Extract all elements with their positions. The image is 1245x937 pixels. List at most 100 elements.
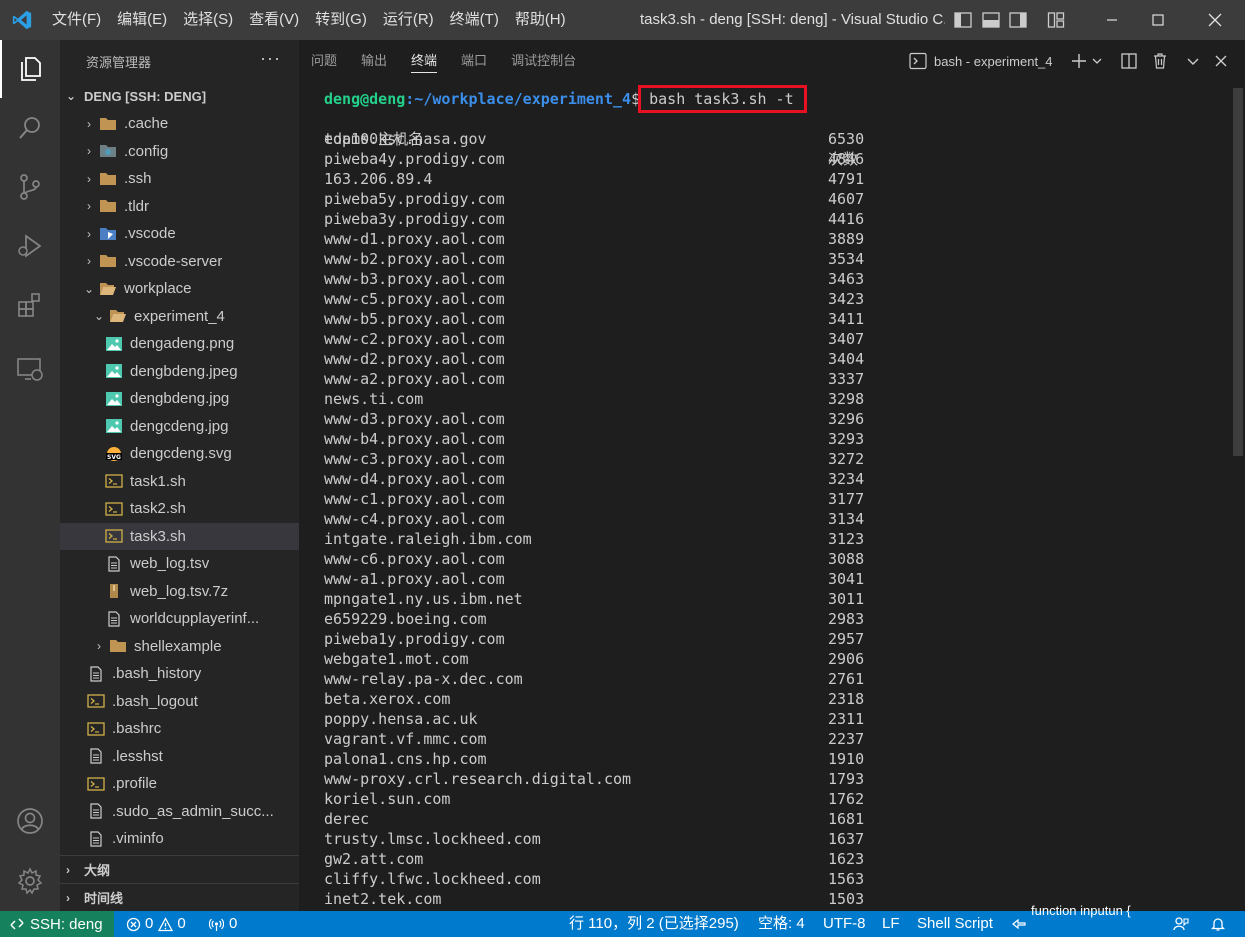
- close-panel-icon[interactable]: [1210, 50, 1232, 72]
- tree-item[interactable]: task2.sh: [60, 495, 299, 523]
- menu-view[interactable]: 查看(V): [241, 6, 307, 34]
- search-icon[interactable]: [0, 99, 60, 157]
- tree-item[interactable]: .sudo_as_admin_succ...: [60, 798, 299, 826]
- menu-help[interactable]: 帮助(H): [507, 6, 574, 34]
- tree-item[interactable]: ⌄ workplace: [60, 275, 299, 303]
- explorer-icon[interactable]: [0, 40, 60, 98]
- menu-go[interactable]: 转到(G): [307, 6, 375, 34]
- problems-indicator[interactable]: 0 0: [126, 911, 186, 937]
- tree-item[interactable]: dengcdeng.jpg: [60, 413, 299, 441]
- chevron-down-icon[interactable]: [1090, 50, 1104, 72]
- maximize-window-icon[interactable]: [1135, 0, 1181, 40]
- tree-item[interactable]: web_log.tsv.7z: [60, 578, 299, 606]
- extensions-icon[interactable]: [0, 276, 60, 334]
- settings-gear-icon[interactable]: [0, 852, 60, 910]
- prompt-path: :~/workplace/experiment_4: [405, 90, 632, 108]
- menu-run[interactable]: 运行(R): [375, 6, 442, 34]
- toggle-panel-icon[interactable]: [981, 10, 1001, 30]
- output-header: top100主机名 次数: [324, 109, 1204, 168]
- tree-item[interactable]: › .ssh: [60, 165, 299, 193]
- tab-problems[interactable]: 问题: [299, 40, 349, 82]
- terminal-scrollbar[interactable]: [1233, 88, 1243, 456]
- tree-item-label: shellexample: [134, 637, 222, 655]
- accounts-icon[interactable]: [0, 792, 60, 850]
- toggle-primary-sidebar-icon[interactable]: [953, 10, 973, 30]
- remote-indicator[interactable]: SSH: deng: [0, 911, 114, 937]
- tree-item[interactable]: SVG dengcdeng.svg: [60, 440, 299, 468]
- tree-item[interactable]: ⌄ experiment_4: [60, 303, 299, 331]
- tab-output[interactable]: 输出: [349, 40, 399, 82]
- language-mode[interactable]: Shell Script: [917, 911, 993, 937]
- run-debug-icon[interactable]: [0, 217, 60, 275]
- output-count: 3534: [828, 250, 865, 268]
- output-count: 2237: [828, 730, 865, 748]
- end-of-line[interactable]: LF: [882, 911, 900, 937]
- output-count: 3041: [828, 570, 865, 588]
- timeline-section[interactable]: › 时间线: [60, 883, 299, 911]
- toggle-secondary-sidebar-icon[interactable]: [1008, 10, 1028, 30]
- tree-item[interactable]: .bashrc: [60, 715, 299, 743]
- svg-file-icon: SVG: [104, 445, 124, 463]
- menu-terminal[interactable]: 终端(T): [442, 6, 507, 34]
- tree-item[interactable]: .lesshst: [60, 743, 299, 771]
- feedback-icon[interactable]: [1172, 911, 1190, 937]
- window-title: task3.sh - deng [SSH: deng] - Visual Stu…: [640, 11, 945, 28]
- tree-item[interactable]: › .config: [60, 138, 299, 166]
- more-actions-icon[interactable]: ···: [260, 48, 281, 69]
- ports-indicator[interactable]: 0: [209, 911, 237, 937]
- indentation[interactable]: 空格: 4: [758, 911, 805, 937]
- maximize-panel-chevron-icon[interactable]: [1182, 50, 1204, 72]
- language-status-icon[interactable]: [1011, 911, 1027, 937]
- terminal-output[interactable]: deng@deng:~/workplace/experiment_4$ bash…: [324, 85, 1204, 909]
- tree-item[interactable]: worldcupplayerinf...: [60, 605, 299, 633]
- tab-debug-console[interactable]: 调试控制台: [499, 40, 588, 82]
- output-row: www-b4.proxy.aol.com 3293: [324, 429, 1204, 449]
- output-count: 3011: [828, 590, 865, 608]
- minimize-window-icon[interactable]: [1089, 0, 1135, 40]
- text-file-icon: [86, 830, 106, 848]
- tree-item[interactable]: › .vscode-server: [60, 248, 299, 276]
- tab-ports[interactable]: 端口: [449, 40, 499, 82]
- notifications-bell-icon[interactable]: [1210, 911, 1226, 937]
- tree-item[interactable]: task3.sh: [60, 522, 299, 550]
- image-file-icon: [104, 417, 124, 435]
- menu-file[interactable]: 文件(F): [44, 6, 109, 34]
- tree-item-label: dengadeng.png: [130, 335, 235, 353]
- tab-terminal[interactable]: 终端: [399, 40, 449, 82]
- output-count: 4846: [828, 150, 865, 168]
- image-file-icon: [104, 335, 124, 353]
- customize-layout-icon[interactable]: [1046, 10, 1066, 30]
- output-host: www-b3.proxy.aol.com: [324, 270, 505, 288]
- tree-item[interactable]: dengbdeng.jpg: [60, 385, 299, 413]
- output-count: 3337: [828, 370, 865, 388]
- menu-edit[interactable]: 编辑(E): [109, 6, 175, 34]
- remote-explorer-icon[interactable]: [0, 340, 60, 398]
- trash-icon[interactable]: [1149, 50, 1171, 72]
- tree-item[interactable]: › .tldr: [60, 193, 299, 221]
- tree-item[interactable]: task1.sh: [60, 468, 299, 496]
- tree-item[interactable]: .bash_history: [60, 660, 299, 688]
- tree-item[interactable]: .viminfo: [60, 825, 299, 853]
- tree-item[interactable]: web_log.tsv: [60, 550, 299, 578]
- output-row: www-c2.proxy.aol.com 3407: [324, 329, 1204, 349]
- menu-selection[interactable]: 选择(S): [175, 6, 241, 34]
- tree-item[interactable]: dengadeng.png: [60, 330, 299, 358]
- tree-item[interactable]: .bash_logout: [60, 688, 299, 716]
- workspace-root[interactable]: ⌄ DENG [SSH: DENG]: [60, 82, 299, 110]
- cursor-position[interactable]: 行 110，列 2 (已选择295): [569, 911, 739, 937]
- tree-item[interactable]: .profile: [60, 770, 299, 798]
- source-control-icon[interactable]: [0, 158, 60, 216]
- tree-item[interactable]: › shellexample: [60, 633, 299, 661]
- new-terminal-icon[interactable]: [1068, 50, 1090, 72]
- split-terminal-icon[interactable]: [1118, 50, 1140, 72]
- tree-item[interactable]: › .vscode: [60, 220, 299, 248]
- output-row: koriel.sun.com 1762: [324, 789, 1204, 809]
- output-row: piweba5y.prodigy.com 4607: [324, 189, 1204, 209]
- outline-section[interactable]: › 大纲: [60, 855, 299, 883]
- tree-item[interactable]: › .cache: [60, 110, 299, 138]
- output-host: inet2.tek.com: [324, 890, 442, 908]
- terminal-selector[interactable]: bash - experiment_4: [909, 50, 1053, 72]
- close-window-icon[interactable]: [1192, 0, 1238, 40]
- encoding[interactable]: UTF-8: [823, 911, 866, 937]
- tree-item[interactable]: dengbdeng.jpeg: [60, 358, 299, 386]
